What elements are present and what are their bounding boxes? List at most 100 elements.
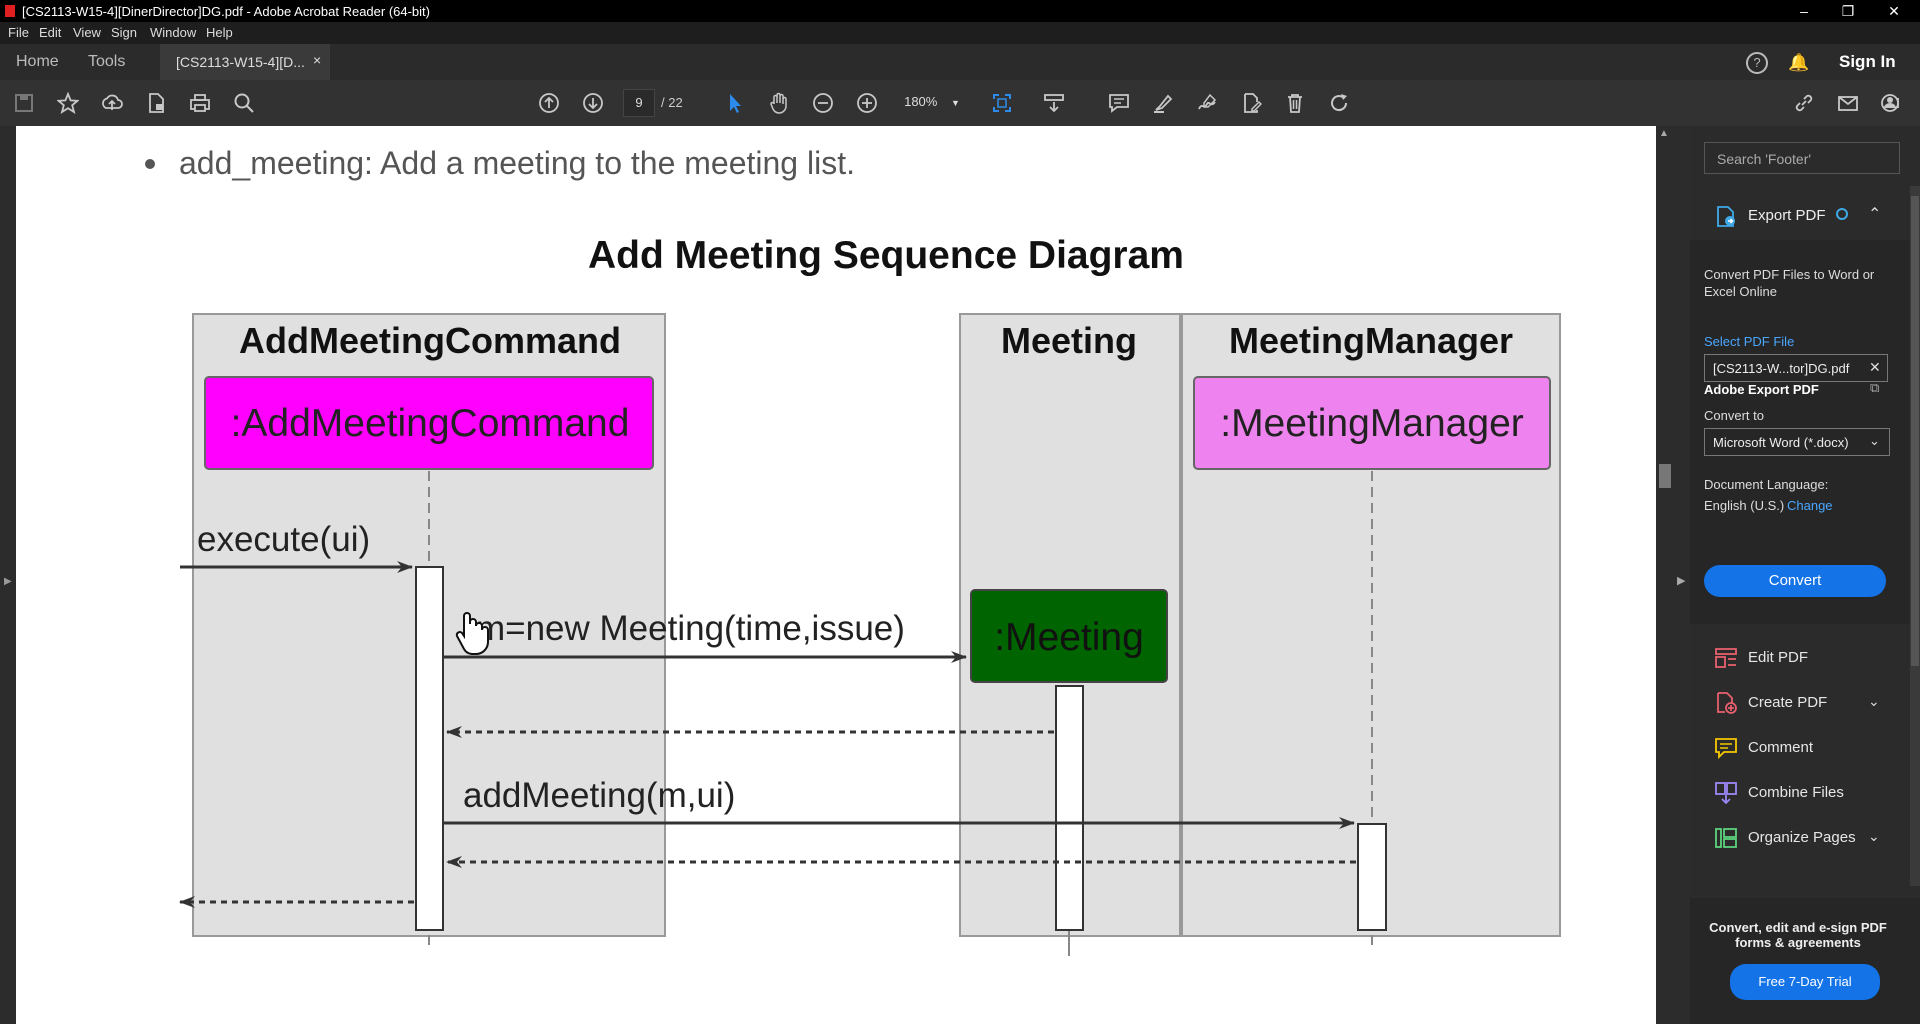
message-execute-label: execute(ui): [197, 520, 370, 559]
menu-view[interactable]: View: [73, 25, 101, 40]
highlight-icon[interactable]: [1149, 89, 1177, 117]
scroll-mode-icon[interactable]: [1040, 89, 1068, 117]
share-user-icon[interactable]: [1878, 89, 1906, 117]
document-view[interactable]: add_meeting: Add a meeting to the meetin…: [16, 126, 1656, 1024]
tool-comment[interactable]: Comment: [1690, 726, 1920, 771]
document-tab[interactable]: [CS2113-W15-4][D... ×: [160, 44, 330, 80]
right-tools-pane: Search 'Footer' Export PDF ⌃ Adobe Expor…: [1690, 126, 1920, 1024]
export-card-title: Adobe Export PDF: [1704, 382, 1819, 397]
star-icon[interactable]: [54, 89, 82, 117]
activation-meetingmanager: [1357, 823, 1387, 931]
tab-home[interactable]: Home: [16, 53, 59, 71]
select-pdf-file-link[interactable]: Select PDF File: [1704, 334, 1794, 349]
expand-left-panel-icon[interactable]: ▶: [4, 576, 12, 587]
clear-file-icon[interactable]: ✕: [1869, 359, 1881, 376]
export-card-description: Convert PDF Files to Word or Excel Onlin…: [1704, 267, 1875, 299]
scroll-up-icon[interactable]: ▲: [1659, 128, 1669, 139]
acrobat-app-icon: [5, 5, 15, 17]
sign-in-button[interactable]: Sign In: [1839, 52, 1896, 72]
search-icon[interactable]: [230, 89, 258, 117]
right-pane-toggle[interactable]: ▶: [1674, 126, 1690, 1024]
bullet-text: add_meeting: Add a meeting to the meetin…: [179, 145, 855, 181]
tool-create-pdf-label: Create PDF: [1748, 694, 1828, 711]
menu-file[interactable]: File: [8, 25, 29, 40]
chevron-down-icon: ▼: [950, 98, 960, 108]
restore-icon[interactable]: ❐: [1826, 0, 1870, 22]
tool-organize-pages-label: Organize Pages: [1748, 829, 1856, 846]
edit-icon[interactable]: [1237, 89, 1265, 117]
zoom-in-icon[interactable]: [853, 89, 881, 117]
convert-button[interactable]: Convert: [1704, 565, 1886, 597]
tab-bar: Home Tools [CS2113-W15-4][D... × ? 🔔 Sig…: [0, 44, 1920, 80]
edit-pdf-icon: [1715, 648, 1737, 668]
link-icon[interactable]: [1790, 89, 1818, 117]
help-icon[interactable]: ?: [1746, 52, 1768, 74]
chevron-down-icon: ⌄: [1869, 433, 1880, 448]
tool-combine-files[interactable]: Combine Files: [1690, 771, 1920, 816]
create-pdf-icon: [1717, 692, 1737, 714]
chevron-down-icon[interactable]: ⌄: [1868, 828, 1880, 845]
comment-icon[interactable]: [1105, 89, 1133, 117]
file-icon[interactable]: [142, 89, 170, 117]
participant-meetingmanager-label: :MeetingManager: [1220, 402, 1524, 445]
page-down-icon[interactable]: [579, 89, 607, 117]
chevron-down-icon[interactable]: ⌄: [1868, 693, 1880, 710]
copy-icon[interactable]: ⧉: [1870, 380, 1879, 396]
convert-to-label: Convert to: [1704, 408, 1764, 423]
print-icon[interactable]: [186, 89, 214, 117]
page-number-input[interactable]: 9: [623, 89, 655, 117]
hand-icon[interactable]: [765, 89, 793, 117]
tool-create-pdf[interactable]: Create PDF ⌄: [1690, 681, 1920, 726]
export-pdf-header[interactable]: Export PDF ⌃: [1690, 194, 1920, 238]
menu-help[interactable]: Help: [206, 25, 233, 40]
left-panel-strip: ▶: [0, 126, 16, 1024]
close-tab-icon[interactable]: ×: [313, 52, 321, 68]
promo-text: Convert, edit and e-sign PDF forms & agr…: [1709, 920, 1887, 950]
zoom-level-dropdown[interactable]: 180% ▼: [900, 89, 964, 115]
select-icon[interactable]: [721, 89, 749, 117]
document-page: add_meeting: Add a meeting to the meetin…: [145, 145, 1561, 956]
selected-file-field[interactable]: [CS2113-W...tor]DG.pdf ✕: [1704, 354, 1888, 382]
upload-icon[interactable]: [98, 89, 126, 117]
window-title: [CS2113-W15-4][DinerDirector]DG.pdf - Ad…: [22, 4, 430, 19]
delete-icon[interactable]: [1281, 89, 1309, 117]
save-icon[interactable]: [10, 89, 38, 117]
organize-pages-icon: [1715, 828, 1737, 848]
zoom-out-icon[interactable]: [809, 89, 837, 117]
scrollbar-thumb[interactable]: [1659, 464, 1671, 488]
tools-pane-scrollbar[interactable]: [1910, 186, 1920, 886]
close-window-icon[interactable]: ✕: [1872, 0, 1916, 22]
document-scrollbar[interactable]: ▲: [1656, 126, 1674, 1024]
toolbar: 9 / 22 180% ▼: [0, 80, 1920, 127]
zoom-level-value: 180%: [904, 94, 938, 109]
tools-search-input[interactable]: Search 'Footer': [1704, 142, 1900, 174]
activation-addmeetingcommand: [415, 566, 444, 931]
fit-page-icon[interactable]: [988, 89, 1016, 117]
format-dropdown[interactable]: Microsoft Word (*.docx) ⌄: [1704, 428, 1890, 456]
tool-edit-pdf[interactable]: Edit PDF: [1690, 636, 1920, 681]
minimize-icon[interactable]: –: [1782, 0, 1826, 22]
sign-icon[interactable]: [1193, 89, 1221, 117]
format-value: Microsoft Word (*.docx): [1713, 435, 1849, 450]
rotate-icon[interactable]: [1325, 89, 1353, 117]
menu-edit[interactable]: Edit: [39, 25, 61, 40]
change-language-link[interactable]: Change: [1787, 498, 1833, 513]
page-up-icon[interactable]: [535, 89, 563, 117]
comment-tool-icon: [1715, 738, 1737, 760]
promo-panel: Convert, edit and e-sign PDF forms & agr…: [1690, 898, 1920, 1024]
tools-pane-scroll-thumb[interactable]: [1911, 196, 1919, 666]
tool-organize-pages[interactable]: Organize Pages ⌄: [1690, 816, 1920, 861]
free-trial-button[interactable]: Free 7-Day Trial: [1730, 964, 1880, 1000]
tab-tools[interactable]: Tools: [88, 53, 125, 71]
email-icon[interactable]: [1834, 89, 1862, 117]
message-new-meeting-label: m=new Meeting(time,issue): [476, 609, 905, 648]
header-meetingmanager: MeetingManager: [1229, 320, 1513, 361]
combine-files-icon: [1715, 782, 1737, 805]
tool-edit-pdf-label: Edit PDF: [1748, 649, 1809, 666]
menu-sign[interactable]: Sign: [111, 25, 137, 40]
participant-addmeetingcommand-label: :AddMeetingCommand: [231, 402, 630, 445]
menu-window[interactable]: Window: [150, 25, 196, 40]
header-meeting: Meeting: [1001, 320, 1137, 361]
chevron-up-icon[interactable]: ⌃: [1868, 204, 1881, 224]
bell-icon[interactable]: 🔔: [1788, 53, 1809, 73]
